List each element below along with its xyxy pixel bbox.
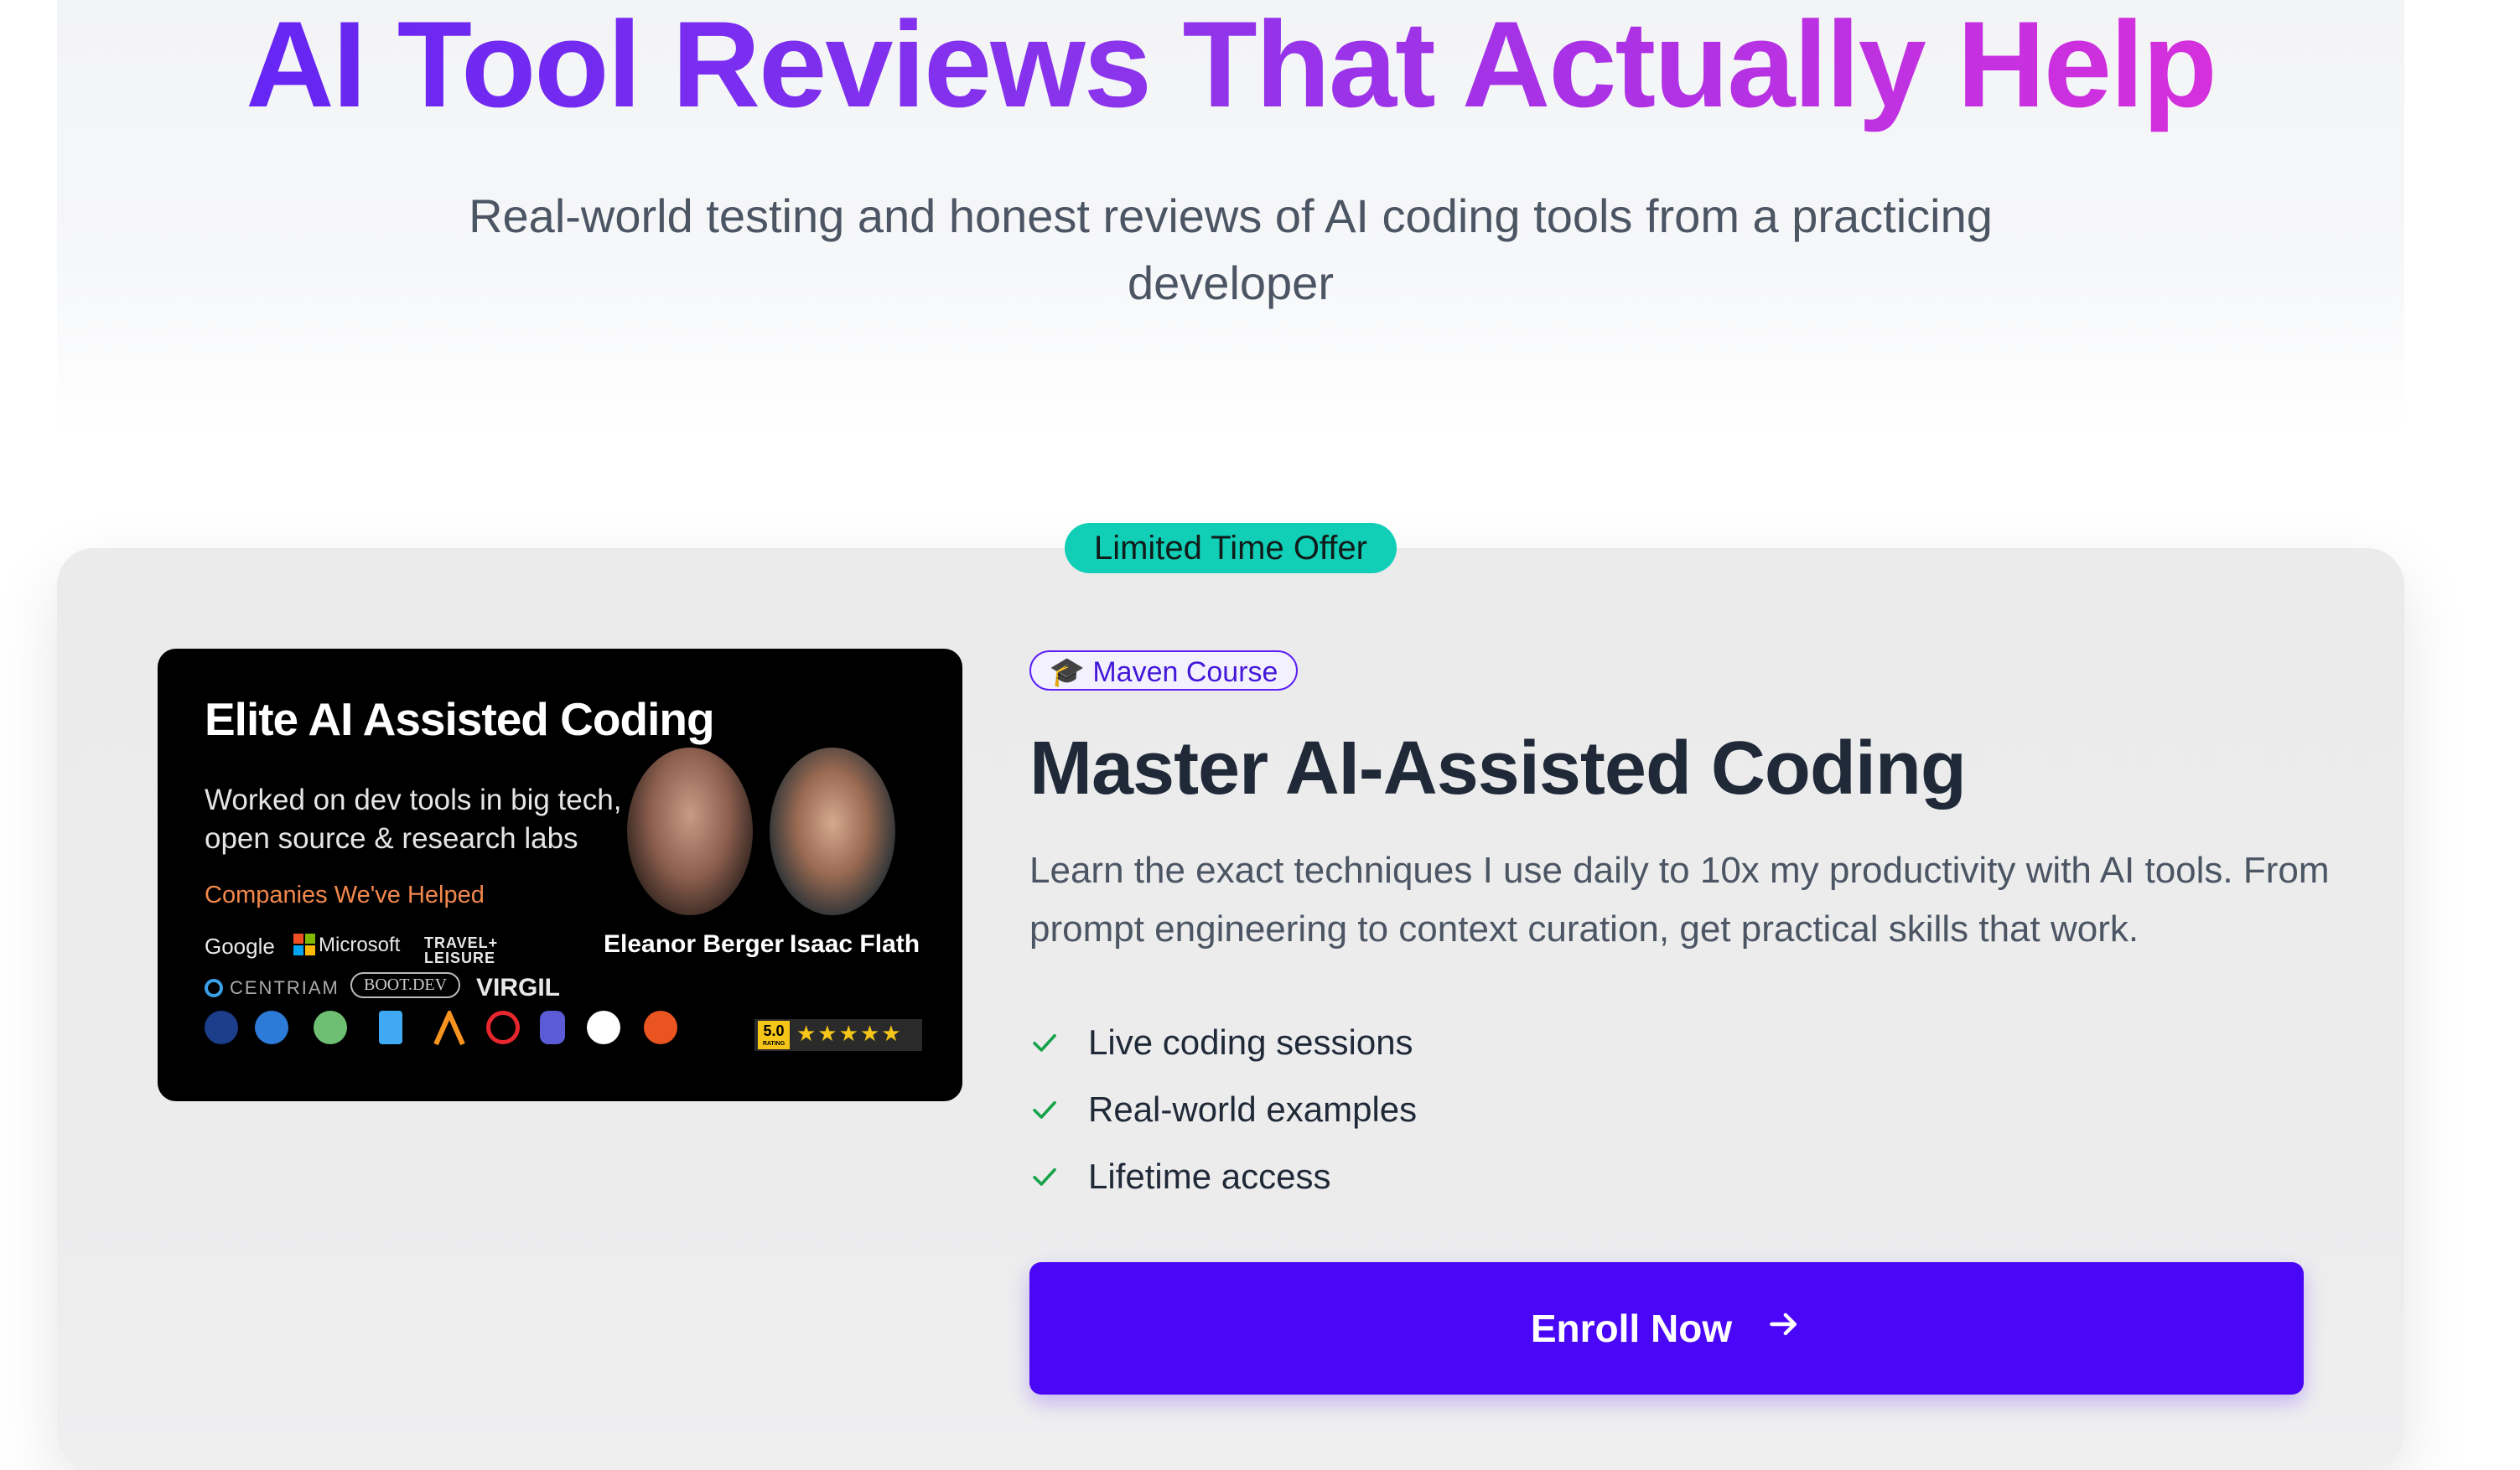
feature-item: Live coding sessions	[1029, 1009, 1417, 1076]
partner-icon	[431, 1007, 465, 1046]
course-promo-image: Elite AI Assisted Coding Worked on dev t…	[158, 649, 962, 1101]
partner-icon	[205, 1011, 238, 1044]
enroll-label: Enroll Now	[1530, 1307, 1733, 1350]
course-description: Learn the exact techniques I use daily t…	[1029, 850, 2330, 950]
companies-label: Companies We've Helped	[205, 882, 485, 908]
hero-subtitle: Real-world testing and honest reviews of…	[469, 189, 1993, 309]
instructor-name: Eleanor Berger	[604, 930, 785, 958]
ubuntu-icon	[644, 1011, 677, 1044]
course-title: Master AI-Assisted Coding	[1029, 727, 1967, 810]
promo-description: Worked on dev tools in big tech, open so…	[205, 784, 622, 855]
instructor-photo	[627, 748, 753, 915]
partner-icon	[379, 1011, 402, 1044]
partner-icon	[255, 1011, 288, 1044]
instructor-photo	[770, 748, 895, 915]
check-icon	[1029, 1095, 1063, 1125]
partner-icon	[486, 1011, 520, 1044]
check-icon	[1029, 1027, 1063, 1058]
centriam-logo: CENTRIAM	[205, 977, 340, 999]
enroll-now-button[interactable]: Enroll Now	[1029, 1262, 2304, 1395]
feature-item: Lifetime access	[1029, 1143, 1417, 1210]
partner-icon	[540, 1011, 565, 1044]
maven-course-label: Maven Course	[1092, 656, 1278, 688]
limited-offer-badge: Limited Time Offer	[1065, 523, 1397, 573]
virgil-logo: VIRGIL	[476, 974, 561, 1002]
rating-badge: 5.0 RATING ★★★★★	[754, 1019, 922, 1051]
partner-icon	[587, 1011, 620, 1044]
feature-list: Live coding sessions Real-world examples…	[1029, 1009, 1417, 1210]
graduation-cap-icon: 🎓	[1049, 656, 1085, 688]
travel-leisure-logo: TRAVEL+ LEISURE	[424, 934, 499, 966]
microsoft-logo: Microsoft	[293, 934, 400, 957]
promo-title: Elite AI Assisted Coding	[205, 693, 715, 745]
maven-course-badge[interactable]: 🎓 Maven Course	[1029, 650, 1298, 691]
google-logo: Google	[205, 934, 275, 959]
feature-item: Real-world examples	[1029, 1076, 1417, 1143]
instructor-name: Isaac Flath	[790, 930, 920, 958]
star-rating: ★★★★★	[796, 1021, 903, 1046]
bootdev-logo: BOOT.DEV	[350, 972, 461, 998]
check-icon	[1029, 1162, 1063, 1192]
partner-icon	[314, 1011, 347, 1044]
hero-title: AI Tool Reviews That Actually Help	[0, 0, 2461, 136]
arrow-right-icon	[1766, 1306, 1802, 1352]
